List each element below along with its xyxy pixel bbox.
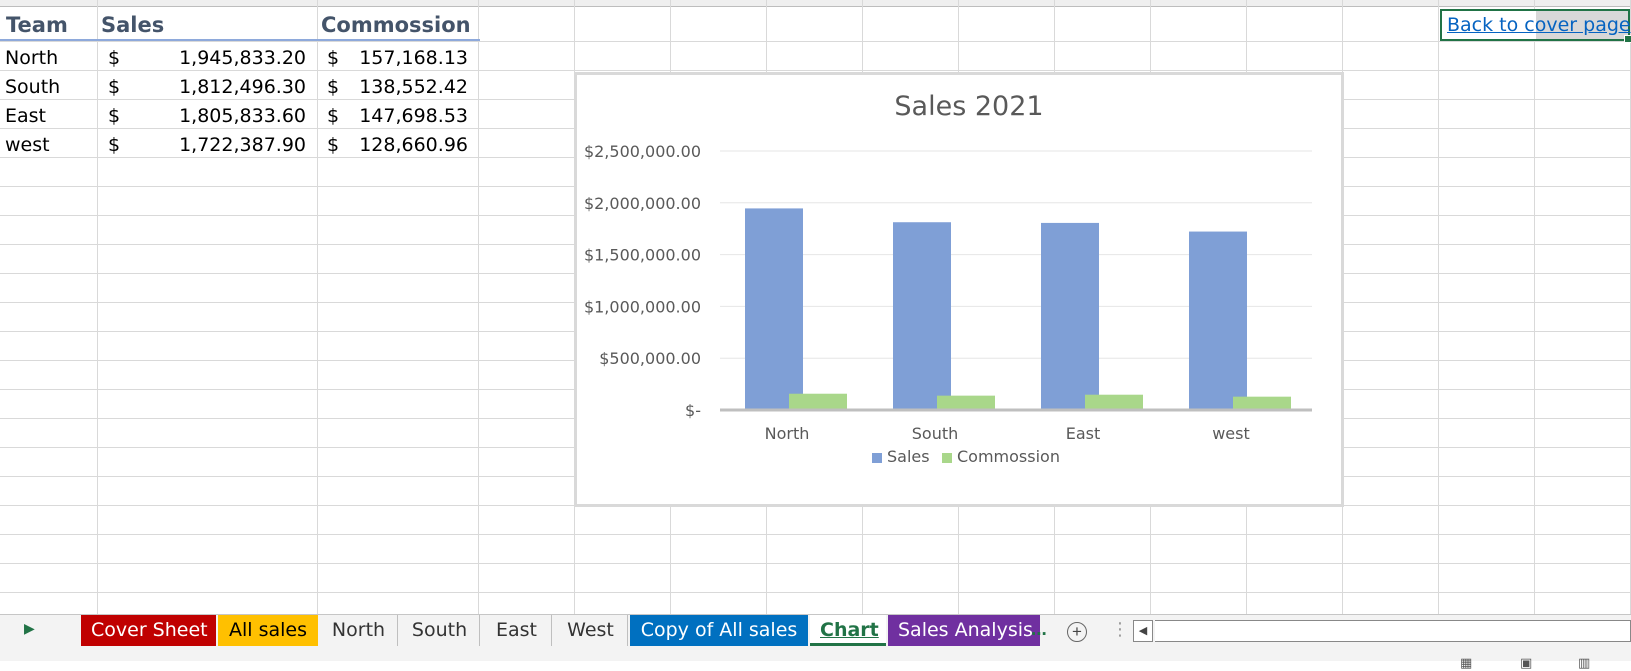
team-cell[interactable]: South	[5, 73, 60, 101]
y-tick-label: $-	[685, 401, 701, 420]
team-cell[interactable]: East	[5, 102, 46, 130]
sheet-tab-south[interactable]: South	[400, 615, 480, 646]
sales-chart[interactable]: Sales 2021 $- $500,000.00 $1,000,000.00 $1,5…	[574, 72, 1344, 507]
x-category-label: North	[765, 424, 810, 443]
sheet-tab-east[interactable]: East	[482, 615, 552, 646]
bar-commossion-east	[1085, 394, 1143, 410]
scroll-left-icon[interactable]: ◀	[1133, 620, 1153, 642]
legend-label-commission: Commossion	[957, 447, 1060, 466]
commission-currency-cell[interactable]: $	[327, 73, 339, 101]
page-break-icon[interactable]: ▥	[1578, 655, 1590, 671]
sales-currency-cell[interactable]: $	[108, 73, 120, 101]
fill-handle[interactable]	[1624, 35, 1631, 43]
sheet-tab-copy-of-all-sales[interactable]: Copy of All sales	[630, 615, 808, 646]
grid-row-line	[0, 563, 1631, 564]
sheet-tab-label: East	[496, 619, 537, 641]
team-cell[interactable]: west	[5, 131, 50, 159]
commission-value-cell[interactable]: 128,660.96	[350, 131, 468, 159]
grid-column-line	[1534, 0, 1535, 614]
commission-value-cell[interactable]: 147,698.53	[350, 102, 468, 130]
grid-column-line	[478, 0, 479, 614]
sheet-tab-label: All sales	[228, 619, 307, 641]
page-layout-icon[interactable]: ▣	[1520, 655, 1532, 671]
sales-currency-cell[interactable]: $	[108, 44, 120, 72]
bar-sales-south	[893, 222, 951, 410]
legend-swatch-commission	[942, 453, 952, 463]
chart-svg: Sales 2021 $- $500,000.00 $1,000,000.00 $1,5…	[584, 91, 1312, 466]
header-sales: Sales	[101, 13, 165, 37]
x-category-label: South	[912, 424, 959, 443]
y-tick-label: $1,500,000.00	[584, 246, 701, 265]
x-category-label: East	[1066, 424, 1101, 443]
bar-commossion-west	[1233, 396, 1291, 410]
y-tick-label: $500,000.00	[599, 349, 701, 368]
grid-row-line	[0, 534, 1631, 535]
sheet-tab-cover-sheet[interactable]: Cover Sheet	[81, 615, 216, 646]
normal-view-icon[interactable]: ▦	[1460, 655, 1472, 671]
bar-sales-north	[745, 208, 803, 410]
grid-row-line	[0, 592, 1631, 593]
sheet-tab-label: Sales Analysis	[898, 619, 1033, 641]
back-to-cover-link[interactable]: Back to cover page	[1447, 14, 1631, 36]
team-cell[interactable]: North	[5, 44, 58, 72]
grid-row-line	[0, 41, 1631, 42]
grid-column-line	[1438, 0, 1439, 614]
commission-currency-cell[interactable]: $	[327, 44, 339, 72]
sheet-tab-label: South	[411, 619, 468, 641]
bar-sales-east	[1041, 222, 1099, 410]
sheet-tab-chart[interactable]: Chart	[810, 615, 886, 646]
sheet-tab-label: Cover Sheet	[91, 619, 208, 641]
grid-column-line	[317, 0, 318, 614]
horizontal-scrollbar[interactable]	[1155, 620, 1631, 642]
y-tick-label: $2,000,000.00	[584, 194, 701, 213]
tab-split-handle[interactable]: ⋮	[1111, 619, 1129, 640]
legend-label-sales: Sales	[887, 447, 930, 466]
bar-commossion-south	[937, 395, 995, 410]
bar-commossion-north	[789, 393, 847, 410]
plus-circle-icon[interactable]: +	[1067, 622, 1087, 642]
sales-currency-cell[interactable]: $	[108, 102, 120, 130]
sheet-tab-label: Chart	[820, 619, 879, 641]
commission-currency-cell[interactable]: $	[327, 131, 339, 159]
sheet-tab-all-sales[interactable]: All sales	[218, 615, 318, 646]
y-tick-label: $2,500,000.00	[584, 142, 701, 161]
bar-sales-west	[1189, 231, 1247, 410]
sales-value-cell[interactable]: 1,812,496.30	[140, 73, 306, 101]
commission-currency-cell[interactable]: $	[327, 102, 339, 130]
sales-value-cell[interactable]: 1,722,387.90	[140, 131, 306, 159]
x-category-label: west	[1212, 424, 1250, 443]
commission-value-cell[interactable]: 138,552.42	[350, 73, 468, 101]
sheet-tab-label: Copy of All sales	[640, 619, 798, 641]
chart-title: Sales 2021	[894, 91, 1043, 122]
sales-value-cell[interactable]: 1,805,833.60	[140, 102, 306, 130]
sheet-tab-sales-analysis[interactable]: Sales Analysis	[888, 615, 1040, 646]
sheet-tab-west[interactable]: West	[554, 615, 628, 646]
sheet-tab-label: North	[331, 619, 386, 641]
header-commission: Commossion	[321, 13, 471, 37]
sheet-tab-label: West	[567, 619, 614, 641]
sales-value-cell[interactable]: 1,945,833.20	[140, 44, 306, 72]
y-tick-label: $1,000,000.00	[584, 297, 701, 316]
commission-value-cell[interactable]: 157,168.13	[350, 44, 468, 72]
header-team: Team	[6, 13, 68, 37]
status-bar	[0, 647, 1631, 661]
legend-swatch-sales	[872, 453, 882, 463]
back-to-cover-link-cell[interactable]: Back to cover page	[1440, 9, 1631, 43]
play-arrow-icon[interactable]: ▶	[24, 620, 35, 637]
table-header-underline	[0, 39, 480, 41]
grid-column-line	[97, 0, 98, 614]
sales-currency-cell[interactable]: $	[108, 131, 120, 159]
more-tabs-button[interactable]: ...	[1031, 619, 1047, 641]
sheet-tab-north[interactable]: North	[320, 615, 398, 646]
